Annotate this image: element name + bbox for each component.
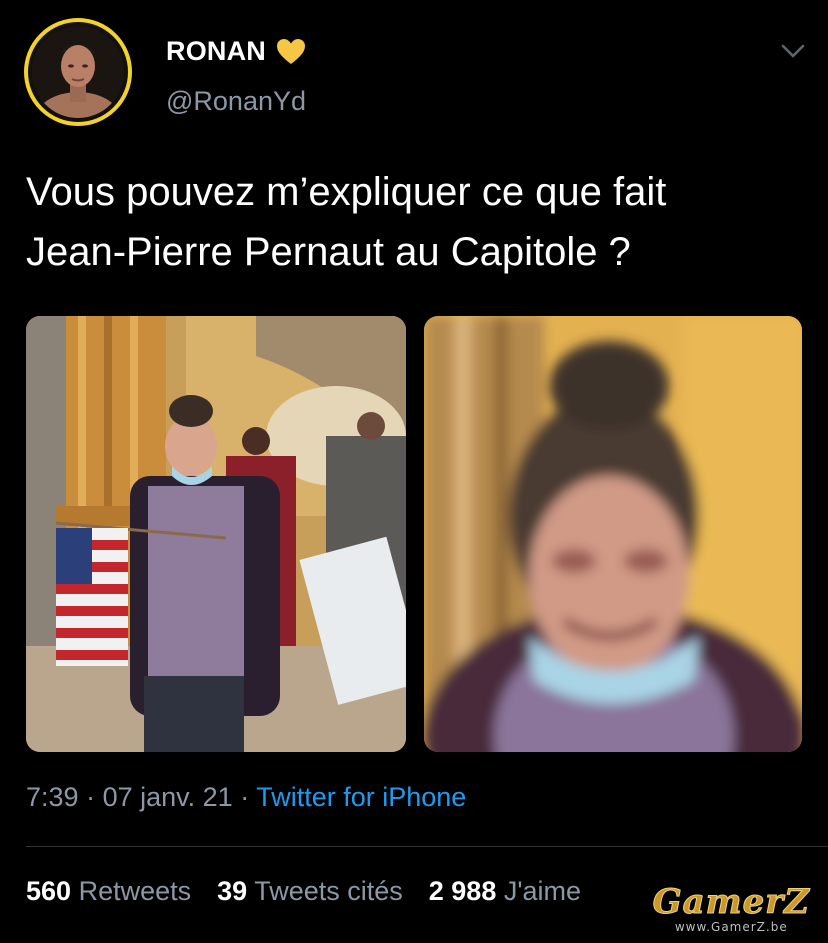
tweet-photo-left[interactable] [26, 316, 406, 752]
watermark-logo: GamerZ [652, 882, 810, 922]
divider [26, 846, 828, 847]
yellow-heart-icon [277, 39, 305, 64]
quotes-label: Tweets cités [254, 876, 403, 906]
tweet-source-link[interactable]: Twitter for iPhone [256, 782, 466, 812]
display-name[interactable]: RONAN [166, 36, 266, 67]
watermark-url: www.GamerZ.be [674, 920, 788, 934]
likes-stat[interactable]: 2 988 J'aime [429, 876, 581, 907]
retweets-stat[interactable]: 560 Retweets [26, 876, 191, 907]
name-row[interactable]: RONAN [166, 36, 306, 67]
meta-separator-2: · [240, 782, 250, 812]
likes-count: 2 988 [428, 876, 497, 906]
avatar-photo [32, 26, 124, 118]
tweet-stats: 560 Retweets 39 Tweets cités 2 988 J'aim… [26, 876, 581, 907]
closeup-photo [424, 316, 802, 752]
retweets-count: 560 [26, 876, 72, 906]
tweet-date[interactable]: 07 janv. 21 [103, 782, 233, 812]
tweet-text: Vous pouvez m’expliquer ce que fait Jean… [26, 170, 667, 274]
likes-label: J'aime [503, 876, 582, 906]
tweet-header: RONAN @RonanYd [24, 18, 814, 136]
user-handle[interactable]: @RonanYd [166, 86, 306, 117]
quotes-stat[interactable]: 39 Tweets cités [217, 876, 403, 907]
retweets-label: Retweets [78, 876, 192, 906]
tweet-photo-right[interactable] [424, 316, 802, 752]
capitol-photo [26, 316, 406, 752]
tweet-time[interactable]: 7:39 [26, 782, 79, 812]
quotes-count: 39 [217, 876, 248, 906]
meta-separator: · [86, 782, 96, 812]
watermark: GamerZ www.GamerZ.be [652, 882, 810, 935]
avatar-image [32, 26, 124, 118]
chevron-down-icon[interactable] [780, 42, 806, 60]
avatar[interactable] [24, 18, 132, 126]
tweet-meta: 7:39 · 07 janv. 21 · Twitter for iPhone [26, 782, 466, 813]
